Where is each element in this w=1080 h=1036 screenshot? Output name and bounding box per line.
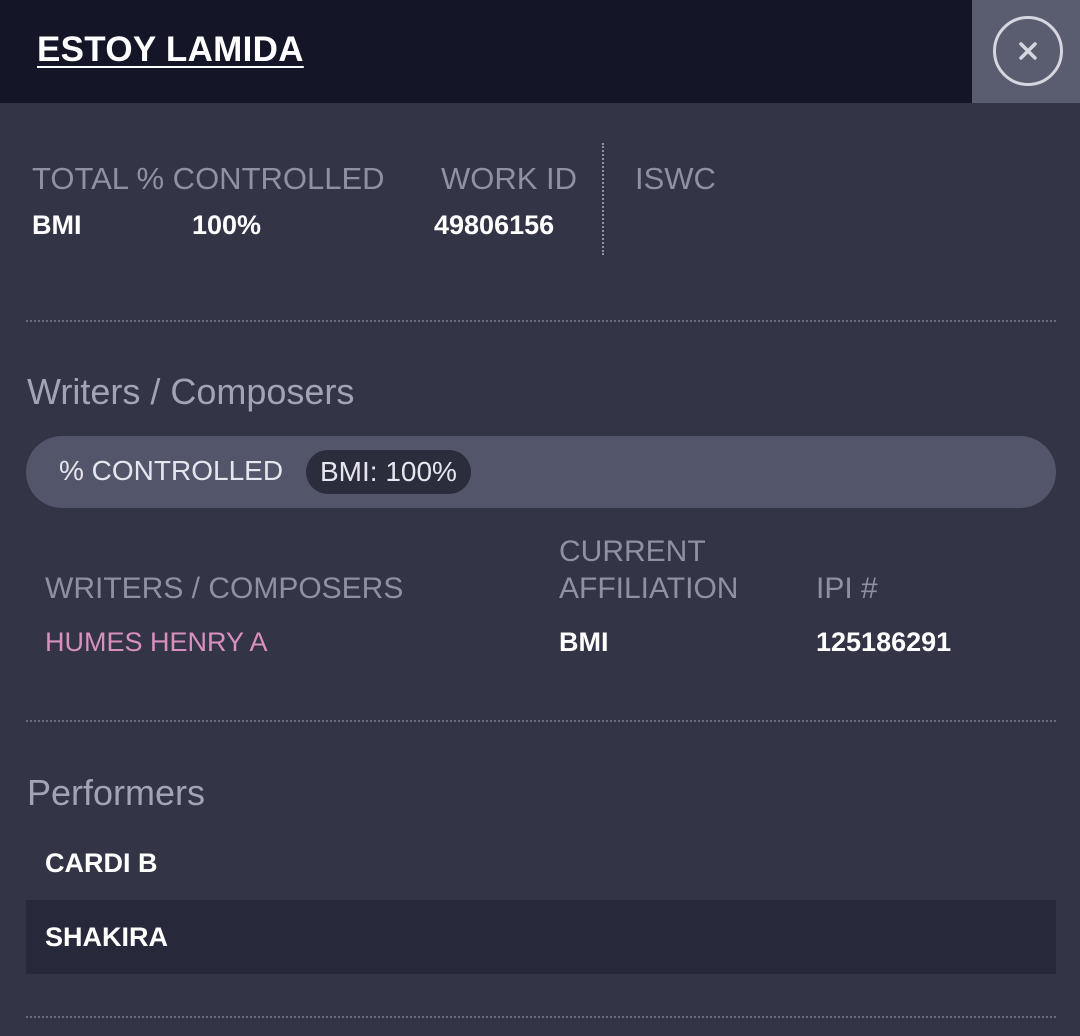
total-controlled-value: 100% — [192, 210, 262, 240]
section-divider — [26, 720, 1056, 722]
column-header-affiliation-line1: CURRENT — [559, 535, 706, 568]
writer-affiliation: BMI — [559, 627, 609, 657]
column-header-ipi: IPI # — [816, 572, 878, 605]
performers-section-title: Performers — [27, 772, 206, 813]
society-value: BMI — [32, 210, 82, 240]
controlled-bar: % CONTROLLED BMI: 100% — [26, 436, 1056, 508]
section-divider — [26, 1016, 1056, 1018]
controlled-label: % CONTROLLED — [59, 455, 284, 486]
performer-item: SHAKIRA — [26, 900, 1056, 974]
writer-ipi: 125186291 — [816, 627, 952, 657]
work-id-label: WORK ID — [441, 161, 578, 196]
writers-section-title: Writers / Composers — [27, 371, 355, 412]
close-button[interactable] — [993, 16, 1063, 86]
work-id-value: 49806156 — [434, 210, 555, 240]
controlled-chip: BMI: 100% — [306, 450, 471, 494]
performer-item: CARDI B — [45, 848, 158, 878]
column-header-affiliation-line2: AFFILIATION — [559, 572, 739, 605]
section-divider — [26, 320, 1056, 322]
close-icon — [1019, 42, 1037, 60]
iswc-label: ISWC — [635, 161, 716, 196]
total-controlled-label: TOTAL % CONTROLLED — [32, 161, 385, 196]
close-button-area[interactable] — [972, 0, 1080, 103]
modal-header: ESTOY LAMIDA — [0, 0, 1080, 103]
work-title-link[interactable]: ESTOY LAMIDA — [37, 30, 304, 70]
summary-divider — [602, 143, 604, 255]
column-header-writers: WRITERS / COMPOSERS — [45, 572, 404, 605]
writer-name-link[interactable]: HUMES HENRY A — [45, 627, 268, 658]
